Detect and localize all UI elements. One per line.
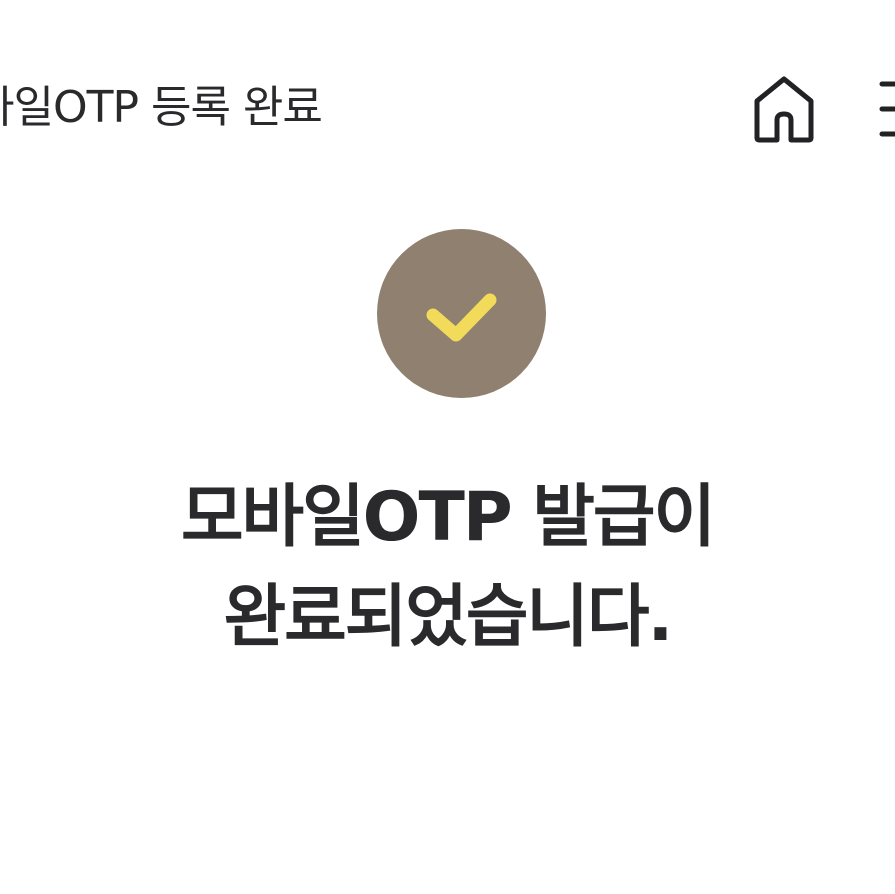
completion-badge [377, 229, 546, 398]
menu-button[interactable] [872, 70, 895, 148]
completion-message: 모바일OTP 발급이 완료되었습니다. [0, 468, 895, 668]
page-title: 바일OTP 등록 완료 [0, 82, 323, 133]
completion-message-line-2: 완료되었습니다. [223, 578, 674, 657]
menu-icon [879, 81, 895, 137]
check-icon [426, 293, 497, 342]
home-icon [754, 76, 814, 143]
home-button[interactable] [745, 70, 823, 148]
otp-complete-screen: 바일OTP 등록 완료 모바일OTP 발급이 완료되었습니다. [0, 0, 895, 894]
completion-message-line-1: 모바일OTP 발급이 [180, 478, 716, 557]
header: 바일OTP 등록 완료 [0, 0, 895, 210]
